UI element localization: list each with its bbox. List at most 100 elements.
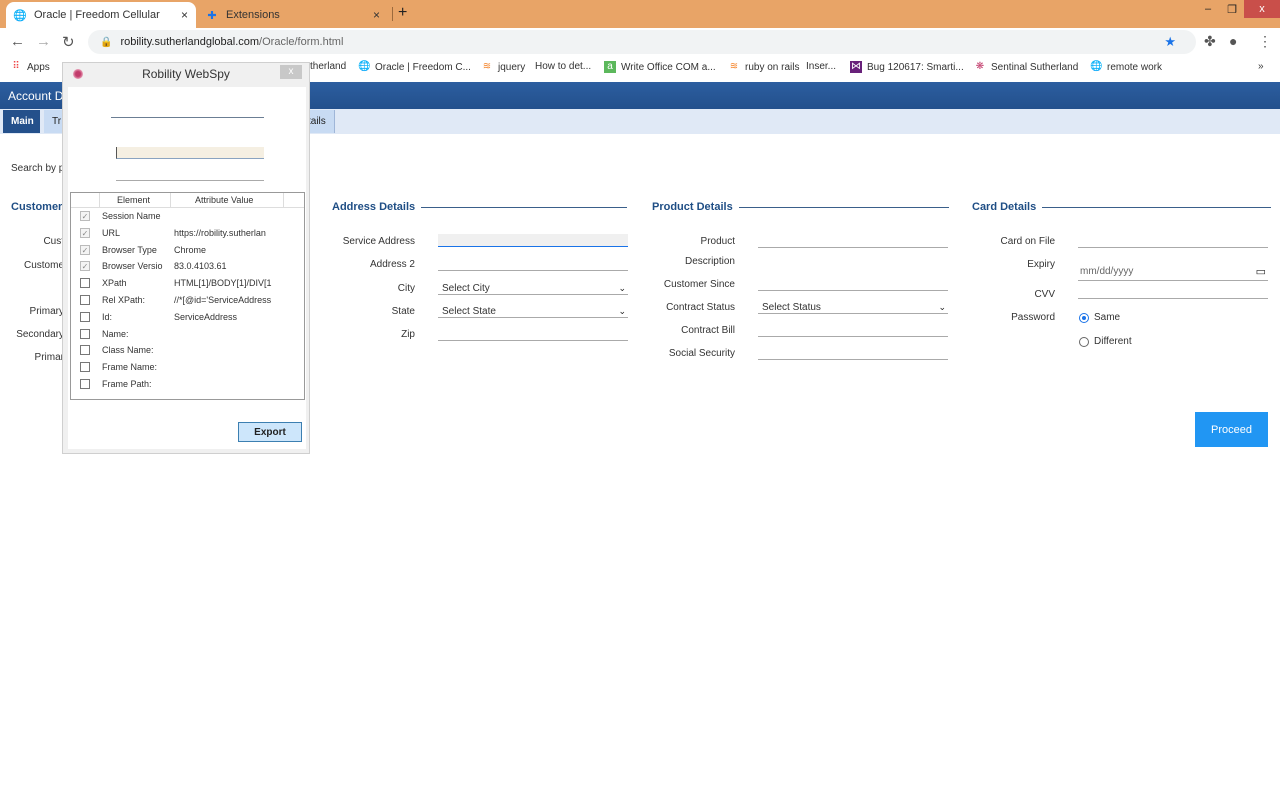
grid-row[interactable]: ✓ Session Name bbox=[71, 209, 304, 226]
bookmark-oracle[interactable]: 🌐 Oracle | Freedom C... bbox=[358, 61, 471, 73]
webspy-title: Robility WebSpy bbox=[142, 67, 230, 81]
new-tab-button[interactable]: + bbox=[398, 4, 407, 22]
grid-row[interactable]: Name: bbox=[71, 327, 304, 344]
app-title: Account D bbox=[8, 89, 64, 103]
bookmark-ruby-on-rails[interactable]: ≋ ruby on rails bbox=[728, 61, 800, 73]
sentinal-icon: ❋ bbox=[975, 61, 985, 72]
contract-status-select[interactable]: Select Status ⌄ bbox=[758, 301, 948, 314]
address-bar[interactable]: 🔒 robility.sutherlandglobal.com/Oracle/f… bbox=[88, 30, 1196, 54]
password-label: Password bbox=[1011, 312, 1055, 323]
password-same-radio[interactable]: Same bbox=[1079, 312, 1120, 323]
service-address-input[interactable] bbox=[438, 234, 628, 247]
bookmark-sutherland[interactable]: therland bbox=[310, 61, 346, 72]
bookmarks-overflow-button[interactable]: » bbox=[1258, 61, 1264, 72]
webspy-input[interactable] bbox=[116, 147, 264, 159]
attribute-value: ServiceAddress bbox=[174, 311, 238, 322]
grid-row[interactable]: ✓ URL https://robility.sutherlan bbox=[71, 226, 304, 243]
city-select[interactable]: Select City ⌄ bbox=[438, 282, 628, 295]
checkbox[interactable] bbox=[80, 345, 90, 356]
forward-icon[interactable]: → bbox=[36, 33, 51, 50]
zip-input[interactable] bbox=[438, 328, 628, 341]
contract-bill-label: Contract Bill bbox=[681, 325, 735, 336]
grid-row[interactable]: ✓ Browser Type Chrome bbox=[71, 243, 304, 260]
element-name: URL bbox=[102, 227, 121, 238]
grid-row[interactable]: ✓ Browser Versio 83.0.4103.61 bbox=[71, 259, 304, 276]
proceed-button[interactable]: Proceed bbox=[1195, 412, 1268, 447]
bookmark-apps[interactable]: ⠿ Apps bbox=[10, 61, 49, 73]
element-name: Browser Versio bbox=[102, 261, 163, 272]
extensions-icon[interactable]: ✤ bbox=[1204, 33, 1216, 50]
card-on-file-input[interactable] bbox=[1078, 235, 1268, 248]
grid-row[interactable]: Id: ServiceAddress bbox=[71, 310, 304, 327]
grid-row[interactable]: Class Name: bbox=[71, 343, 304, 360]
url-domain: robility.sutherlandglobal.com bbox=[120, 36, 260, 48]
state-select[interactable]: Select State ⌄ bbox=[438, 305, 628, 318]
grid-row[interactable]: Frame Path: bbox=[71, 377, 304, 394]
minimize-button[interactable]: – bbox=[1196, 0, 1220, 18]
customer-since-label: Customer Since bbox=[663, 279, 735, 290]
checkbox[interactable] bbox=[80, 379, 90, 389]
expiry-date-input[interactable]: mm/dd/yyyy ▭ bbox=[1078, 262, 1268, 281]
customer-label: Custome bbox=[23, 260, 64, 271]
cvv-input[interactable] bbox=[1078, 286, 1268, 299]
back-icon[interactable]: ← bbox=[10, 33, 25, 50]
element-name: Session Name bbox=[102, 211, 161, 221]
checkbox[interactable] bbox=[80, 328, 90, 339]
contract-bill-input[interactable] bbox=[758, 324, 948, 337]
checkbox-checked[interactable]: ✓ bbox=[80, 261, 90, 272]
maximize-button[interactable]: ❐ bbox=[1220, 0, 1244, 18]
checkbox-checked[interactable]: ✓ bbox=[80, 211, 90, 221]
tab-separator bbox=[392, 7, 393, 21]
bookmark-inser[interactable]: Inser... bbox=[806, 61, 836, 72]
social-security-input[interactable] bbox=[758, 347, 948, 360]
checkbox-checked[interactable]: ✓ bbox=[80, 227, 90, 238]
product-label: Product bbox=[700, 236, 735, 247]
address2-label: Address 2 bbox=[369, 259, 415, 270]
address2-input[interactable] bbox=[438, 258, 628, 271]
bookmark-remote-work[interactable]: 🌐 remote work bbox=[1090, 61, 1162, 73]
bookmark-sentinal[interactable]: ❋ Sentinal Sutherland bbox=[974, 61, 1079, 73]
bookmark-star-icon[interactable]: ★ bbox=[1164, 34, 1176, 50]
customer-label: Primar bbox=[34, 352, 64, 363]
customer-since-input[interactable] bbox=[758, 278, 948, 291]
password-different-radio[interactable]: Different bbox=[1079, 336, 1132, 347]
description-label: Description bbox=[684, 256, 735, 267]
stackoverflow-icon: ≋ bbox=[729, 61, 739, 72]
profile-icon[interactable]: ● bbox=[1229, 33, 1237, 49]
checkbox[interactable] bbox=[80, 362, 90, 373]
cvv-label: CVV bbox=[1034, 289, 1055, 300]
product-input[interactable] bbox=[758, 235, 948, 248]
tab-extensions[interactable]: ✚ Extensions × bbox=[198, 2, 388, 28]
close-tab-icon[interactable]: × bbox=[181, 8, 188, 22]
attribute-value: Chrome bbox=[174, 244, 207, 255]
checkbox[interactable] bbox=[80, 311, 90, 322]
bookmark-jquery[interactable]: ≋ jquery bbox=[481, 61, 525, 73]
webspy-close-button[interactable]: x bbox=[280, 65, 302, 79]
tab-oracle[interactable]: 🌐 Oracle | Freedom Cellular × bbox=[6, 2, 196, 28]
tab-strip: 🌐 Oracle | Freedom Cellular × ✚ Extensio… bbox=[0, 0, 1280, 28]
checkbox-checked[interactable]: ✓ bbox=[80, 244, 90, 255]
bookmark-bug[interactable]: ⋈ Bug 120617: Smarti... bbox=[850, 61, 964, 73]
grid-row[interactable]: Frame Name: bbox=[71, 360, 304, 377]
window-close-button[interactable]: x bbox=[1244, 0, 1280, 18]
close-tab-icon[interactable]: × bbox=[373, 8, 380, 22]
bookmark-write-office[interactable]: a Write Office COM a... bbox=[604, 61, 716, 73]
reload-icon[interactable]: ↻ bbox=[62, 33, 75, 51]
checkbox[interactable] bbox=[80, 278, 90, 289]
webspy-field-1[interactable] bbox=[111, 117, 264, 118]
column-element[interactable]: Element bbox=[117, 195, 150, 205]
webspy-field-2[interactable] bbox=[116, 180, 264, 181]
menu-icon[interactable]: ⋮ bbox=[1258, 33, 1272, 50]
export-button[interactable]: Export bbox=[238, 422, 302, 442]
grid-row[interactable]: Rel XPath: //*[@id='ServiceAddress bbox=[71, 293, 304, 310]
attribute-value: //*[@id='ServiceAddress bbox=[174, 295, 272, 305]
chevron-down-icon: ⌄ bbox=[618, 282, 626, 293]
bookmark-how-to-det[interactable]: How to det... bbox=[535, 61, 591, 72]
column-attribute-value[interactable]: Attribute Value bbox=[195, 195, 253, 205]
calendar-icon[interactable]: ▭ bbox=[1256, 265, 1266, 278]
subtab-main[interactable]: Main bbox=[3, 110, 40, 133]
url-path: /Oracle/form.html bbox=[259, 36, 344, 48]
grid-row[interactable]: XPath HTML[1]/BODY[1]/DIV[1 bbox=[71, 276, 304, 293]
checkbox[interactable] bbox=[80, 295, 90, 305]
element-name: Name: bbox=[102, 328, 129, 339]
